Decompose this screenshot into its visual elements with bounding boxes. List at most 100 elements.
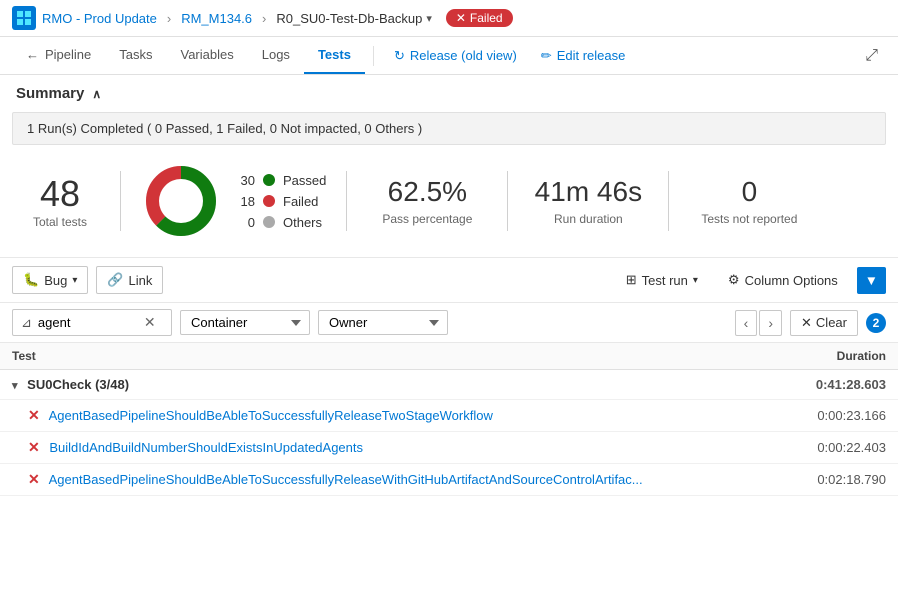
run-duration-stat: 41m 46s Run duration	[528, 176, 648, 226]
status-badge: ✕ Failed	[446, 9, 513, 27]
test-cell: ✕ BuildIdAndBuildNumberShouldExistsInUpd…	[0, 432, 785, 464]
tab-variables[interactable]: Variables	[167, 37, 248, 74]
test-results-table: Test Duration ▾ SU0Check (3/48) 0:41:28.…	[0, 343, 898, 496]
toolbar-row: 🐛 Bug ▾ 🔗 Link ⊞ Test run ▾ ⚙ Column Opt…	[0, 258, 898, 303]
clear-search-icon[interactable]: ✕	[144, 314, 156, 331]
failed-label: Failed	[283, 194, 318, 209]
container-select[interactable]: Container	[180, 310, 310, 335]
stats-row: 48 Total tests 30 Passed 18	[0, 145, 898, 258]
pass-pct-number: 62.5%	[367, 176, 487, 208]
fail-icon: ✕	[28, 407, 40, 423]
breadcrumb-rmo[interactable]: RMO - Prod Update	[42, 11, 157, 26]
summary-collapse-icon[interactable]: ∧	[92, 87, 101, 101]
status-x-icon: ✕	[456, 11, 466, 25]
toolbar-right: ⊞ Test run ▾ ⚙ Column Options ▼	[615, 266, 886, 294]
test-name[interactable]: AgentBasedPipelineShouldBeAbleToSuccessf…	[49, 408, 493, 423]
search-filter-wrap: ⊿ ✕	[12, 309, 172, 336]
test-duration: 0:00:23.166	[785, 400, 898, 432]
passed-count: 30	[237, 173, 255, 188]
test-duration: 0:00:22.403	[785, 432, 898, 464]
legend-passed: 30 Passed	[237, 173, 326, 188]
tab-pipeline[interactable]: ← Pipeline	[12, 37, 105, 74]
breadcrumb-sep-1: ›	[167, 11, 171, 26]
test-name[interactable]: BuildIdAndBuildNumberShouldExistsInUpdat…	[49, 440, 363, 455]
tab-tests[interactable]: Tests	[304, 37, 365, 74]
link-button[interactable]: 🔗 Link	[96, 266, 163, 294]
test-cell: ✕ AgentBasedPipelineShouldBeAbleToSucces…	[0, 464, 785, 496]
failed-dot	[263, 195, 275, 207]
not-reported-label: Tests not reported	[689, 212, 809, 226]
nav-tabs: ← Pipeline Tasks Variables Logs Tests ↻ …	[0, 37, 898, 75]
search-input[interactable]	[38, 315, 138, 330]
others-label: Others	[283, 215, 322, 230]
summary-header: Summary ∧	[0, 75, 898, 112]
others-dot	[263, 216, 275, 228]
table-icon: ⊞	[626, 272, 637, 288]
not-reported-number: 0	[689, 176, 809, 208]
next-arrow-button[interactable]: ›	[759, 310, 782, 336]
test-run-dropdown-icon: ▾	[693, 275, 698, 286]
topbar: RMO - Prod Update › RM_M134.6 › R0_SU0-T…	[0, 0, 898, 37]
link-icon: 🔗	[107, 272, 123, 288]
tab-logs[interactable]: Logs	[248, 37, 304, 74]
group-duration: 0:41:28.603	[785, 370, 898, 400]
test-cell: ✕ AgentBasedPipelineShouldBeAbleToSucces…	[0, 400, 785, 432]
breadcrumb-rm[interactable]: RM_M134.6	[181, 11, 252, 26]
table-row: ✕ AgentBasedPipelineShouldBeAbleToSucces…	[0, 400, 898, 432]
run-duration-label: Run duration	[528, 212, 648, 226]
failed-count: 18	[237, 194, 255, 209]
total-tests-number: 48	[20, 173, 100, 215]
fail-icon: ✕	[28, 471, 40, 487]
summary-title: Summary	[16, 85, 84, 102]
filter-funnel-icon: ⊿	[21, 315, 32, 331]
bug-dropdown-icon: ▾	[72, 275, 77, 286]
release-old-view-button[interactable]: ↻ Release (old view)	[382, 40, 529, 72]
pass-pct-label: Pass percentage	[367, 212, 487, 226]
test-results-table-wrap[interactable]: Test Duration ▾ SU0Check (3/48) 0:41:28.…	[0, 343, 898, 496]
filter-row: ⊿ ✕ Container Owner ‹ › ✕ Clear 2	[0, 303, 898, 343]
total-tests-label: Total tests	[20, 215, 100, 229]
breadcrumb-current[interactable]: R0_SU0-Test-Db-Backup ▾	[276, 11, 431, 26]
owner-select[interactable]: Owner	[318, 310, 448, 335]
stat-divider-4	[668, 171, 669, 231]
donut-section: 30 Passed 18 Failed 0 Others	[141, 161, 326, 241]
group-name: SU0Check (3/48)	[27, 377, 129, 392]
table-row: ▾ SU0Check (3/48) 0:41:28.603	[0, 370, 898, 400]
col-duration-header: Duration	[785, 343, 898, 370]
expand-button[interactable]: ⤢	[857, 39, 886, 73]
breadcrumb-dropdown-icon[interactable]: ▾	[426, 12, 432, 25]
legend-others: 0 Others	[237, 215, 326, 230]
filter-icon: ▼	[865, 273, 878, 288]
nav-arrows: ‹ ›	[735, 310, 782, 336]
test-duration: 0:02:18.790	[785, 464, 898, 496]
pipeline-back-icon: ←	[26, 47, 39, 62]
run-info-bar: 1 Run(s) Completed ( 0 Passed, 1 Failed,…	[12, 112, 886, 145]
stat-divider-1	[120, 171, 121, 231]
nav-divider	[373, 46, 374, 66]
expand-toggle-icon[interactable]: ▾	[12, 380, 18, 392]
fail-icon: ✕	[28, 439, 40, 455]
prev-arrow-button[interactable]: ‹	[735, 310, 758, 336]
edit-release-button[interactable]: ✏ Edit release	[529, 40, 638, 72]
clear-button[interactable]: ✕ Clear	[790, 310, 858, 336]
col-test-header: Test	[0, 343, 785, 370]
edit-icon: ✏	[541, 48, 552, 64]
pass-pct-stat: 62.5% Pass percentage	[367, 176, 487, 226]
table-header-row: Test Duration	[0, 343, 898, 370]
column-options-button[interactable]: ⚙ Column Options	[717, 266, 849, 294]
legend-failed: 18 Failed	[237, 194, 326, 209]
test-run-button[interactable]: ⊞ Test run ▾	[615, 266, 709, 294]
group-cell: ▾ SU0Check (3/48)	[0, 370, 785, 400]
column-options-icon: ⚙	[728, 272, 740, 288]
passed-dot	[263, 174, 275, 186]
bug-button[interactable]: 🐛 Bug ▾	[12, 266, 88, 294]
passed-label: Passed	[283, 173, 326, 188]
others-count: 0	[237, 215, 255, 230]
filter-button[interactable]: ▼	[857, 267, 886, 294]
clear-x-icon: ✕	[801, 315, 812, 331]
table-row: ✕ AgentBasedPipelineShouldBeAbleToSucces…	[0, 464, 898, 496]
breadcrumb-sep-2: ›	[262, 11, 266, 26]
test-name[interactable]: AgentBasedPipelineShouldBeAbleToSuccessf…	[49, 472, 643, 487]
stat-divider-2	[346, 171, 347, 231]
tab-tasks[interactable]: Tasks	[105, 37, 166, 74]
